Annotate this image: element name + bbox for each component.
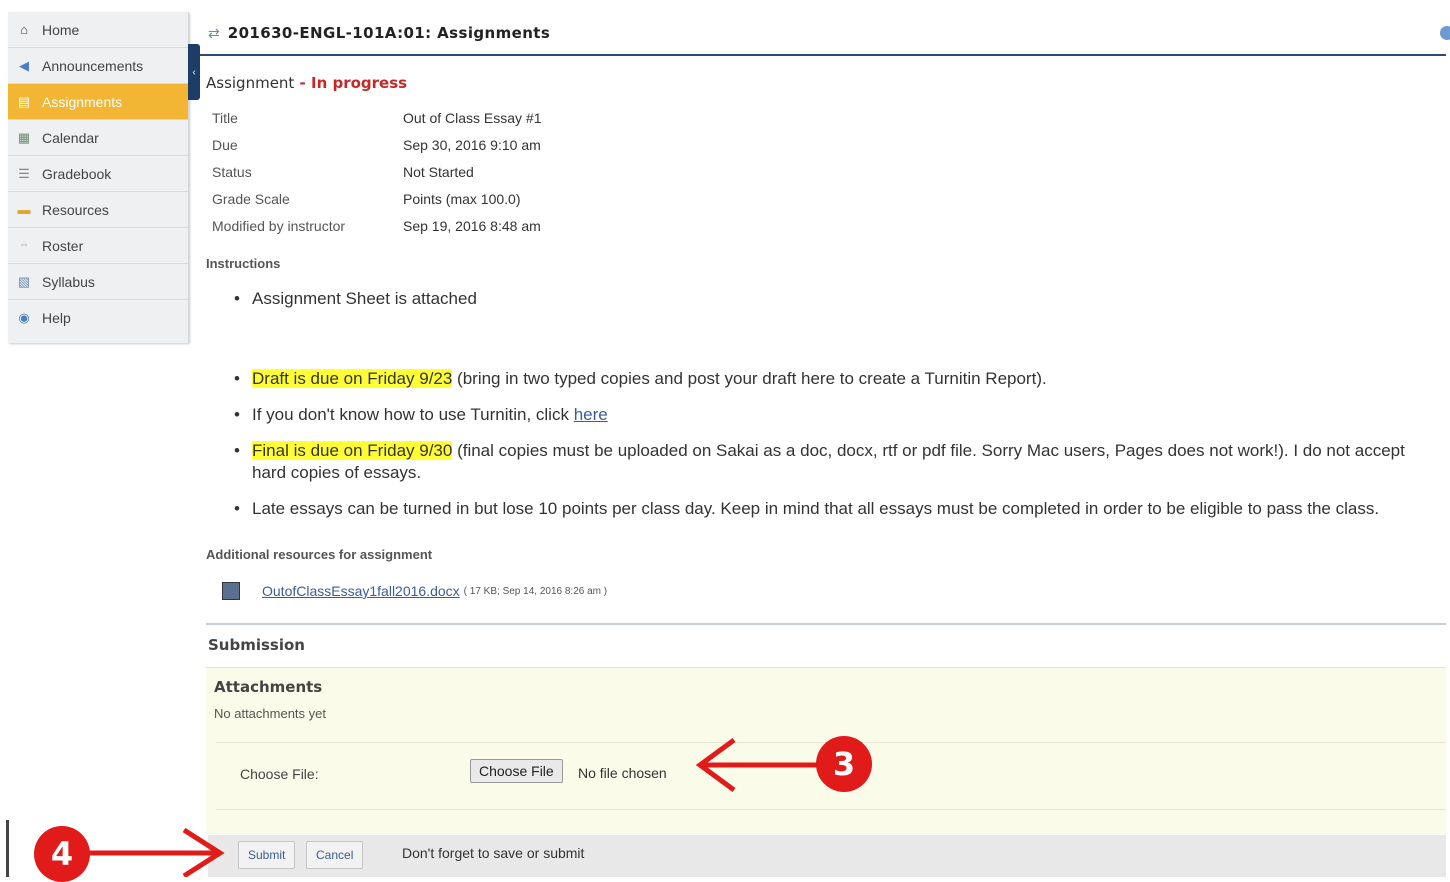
status-badge: In progress xyxy=(311,74,408,92)
assignment-label: Assignment xyxy=(206,74,295,92)
detail-value: Sep 30, 2016 9:10 am xyxy=(403,136,541,153)
sidebar-item-home[interactable]: ⌂ Home xyxy=(8,12,188,48)
sidebar-item-label: Calendar xyxy=(42,129,99,146)
detail-value: Sep 19, 2016 8:48 am xyxy=(403,217,541,234)
instruction-text: Assignment Sheet is attached xyxy=(252,289,477,308)
sidebar-item-label: Gradebook xyxy=(42,165,112,182)
detail-key: Modified by instructor xyxy=(212,217,346,234)
list-item: • If you don't know how to use Turnitin,… xyxy=(234,405,608,424)
submit-button[interactable]: Submit xyxy=(238,841,296,869)
turnitin-help-link[interactable]: here xyxy=(574,405,608,424)
sidebar-item-calendar[interactable]: ▦ Calendar xyxy=(8,120,188,156)
sidebar-item-gradebook[interactable]: ☰ Gradebook xyxy=(8,156,188,192)
save-reminder-text: Don't forget to save or submit xyxy=(402,845,585,861)
gradebook-icon: ☰ xyxy=(18,165,30,181)
home-icon: ⌂ xyxy=(20,22,28,37)
folder-icon: ▬ xyxy=(17,202,31,217)
sidebar-item-announcements[interactable]: ◀ Announcements xyxy=(8,48,188,84)
document-icon xyxy=(222,582,240,600)
sidebar-item-label: Syllabus xyxy=(42,273,95,290)
detail-value: Points (max 100.0) xyxy=(403,190,521,207)
sidebar-item-help[interactable]: ◉ Help xyxy=(8,300,188,336)
step-3-badge: 3 xyxy=(816,736,872,792)
sidebar-item-assignments[interactable]: ▤ Assignments xyxy=(8,84,188,120)
detail-value: Out of Class Essay #1 xyxy=(403,109,542,126)
calendar-icon: ▦ xyxy=(17,129,31,145)
highlighted-text: Final is due on Friday 9/30 xyxy=(252,441,453,460)
choose-file-label: Choose File: xyxy=(240,766,319,782)
detail-row: Modified by instructor Sep 19, 2016 8:48… xyxy=(212,212,542,239)
detail-row: Due Sep 30, 2016 9:10 am xyxy=(212,131,542,158)
attachment-row: OutofClassEssay1fall2016.docx ( 17 KB; S… xyxy=(222,582,607,600)
assignment-icon: ▤ xyxy=(17,93,31,109)
list-item: • Draft is due on Friday 9/23 (bring in … xyxy=(234,369,1047,388)
collapse-menu-toggle[interactable]: ‹ xyxy=(188,44,200,100)
instruction-text: (bring in two typed copies and post your… xyxy=(452,369,1047,388)
detail-key: Grade Scale xyxy=(212,190,290,207)
page-edge-rule xyxy=(6,820,9,877)
help-icon[interactable] xyxy=(1440,26,1450,40)
submit-action-bar: ✎ Submit Cancel Don't forget to save or … xyxy=(208,835,1446,877)
cancel-button[interactable]: Cancel xyxy=(306,841,364,869)
detail-key: Due xyxy=(212,136,238,153)
tool-menu: ⌂ Home ◀ Announcements ▤ Assignments ▦ C… xyxy=(8,12,189,343)
detail-key: Title xyxy=(212,109,238,126)
list-item: • Final is due on Friday 9/30 (final cop… xyxy=(234,441,1405,482)
attachment-meta: ( 17 KB; Sep 14, 2016 8:26 am ) xyxy=(463,585,608,597)
tool-title-bar: ⇄ 201630-ENGL-101A:01: Assignments xyxy=(200,12,1446,56)
sidebar-item-label: Roster xyxy=(42,237,84,254)
no-file-chosen-text: No file chosen xyxy=(578,765,667,781)
assignment-details: Title Out of Class Essay #1 Due Sep 30, … xyxy=(212,104,542,239)
sidebar-item-label: Resources xyxy=(42,201,109,218)
link-icon[interactable]: ⇄ xyxy=(208,25,220,42)
sidebar-item-label: Help xyxy=(42,310,71,326)
syllabus-icon: ▧ xyxy=(17,273,31,289)
sidebar-item-roster[interactable]: ◦◦ Roster xyxy=(8,228,188,264)
detail-key: Status xyxy=(212,163,252,180)
divider xyxy=(206,623,1446,625)
assignment-heading: Assignment - In progress xyxy=(206,74,407,92)
sidebar-item-label: Home xyxy=(42,21,80,38)
choose-file-button[interactable]: Choose File xyxy=(470,759,563,783)
roster-icon: ◦◦ xyxy=(20,240,28,251)
megaphone-icon: ◀ xyxy=(19,57,29,73)
step-4-badge: 4 xyxy=(34,826,90,882)
page-title: 201630-ENGL-101A:01: Assignments xyxy=(227,24,551,42)
list-item: • Late essays can be turned in but lose 1… xyxy=(234,499,1380,518)
detail-row: Title Out of Class Essay #1 xyxy=(212,104,542,131)
submission-heading: Submission xyxy=(208,636,305,654)
attachments-heading: Attachments xyxy=(214,678,323,696)
detail-row: Status Not Started xyxy=(212,158,542,185)
help-icon: ◉ xyxy=(18,310,30,325)
no-attachments-text: No attachments yet xyxy=(214,706,326,721)
attachment-link[interactable]: OutofClassEssay1fall2016.docx xyxy=(262,583,460,599)
instruction-text: If you don't know how to use Turnitin, c… xyxy=(252,405,574,424)
list-item: • Assignment Sheet is attached xyxy=(234,289,477,308)
instruction-text: Late essays can be turned in but lose 10… xyxy=(252,499,1380,518)
additional-resources-label: Additional resources for assignment xyxy=(206,547,433,562)
highlighted-text: Draft is due on Friday 9/23 xyxy=(252,369,453,388)
step-4-arrow xyxy=(80,827,225,877)
instructions-label: Instructions xyxy=(206,256,281,271)
sidebar-item-label: Announcements xyxy=(42,57,144,74)
assignment-separator: - xyxy=(294,74,311,92)
sidebar-item-resources[interactable]: ▬ Resources xyxy=(8,192,188,228)
detail-value: Not Started xyxy=(403,163,474,180)
detail-row: Grade Scale Points (max 100.0) xyxy=(212,185,542,212)
sidebar-item-label: Assignments xyxy=(42,93,123,110)
sidebar-item-syllabus[interactable]: ▧ Syllabus xyxy=(8,264,188,300)
step-3-arrow xyxy=(695,737,820,793)
